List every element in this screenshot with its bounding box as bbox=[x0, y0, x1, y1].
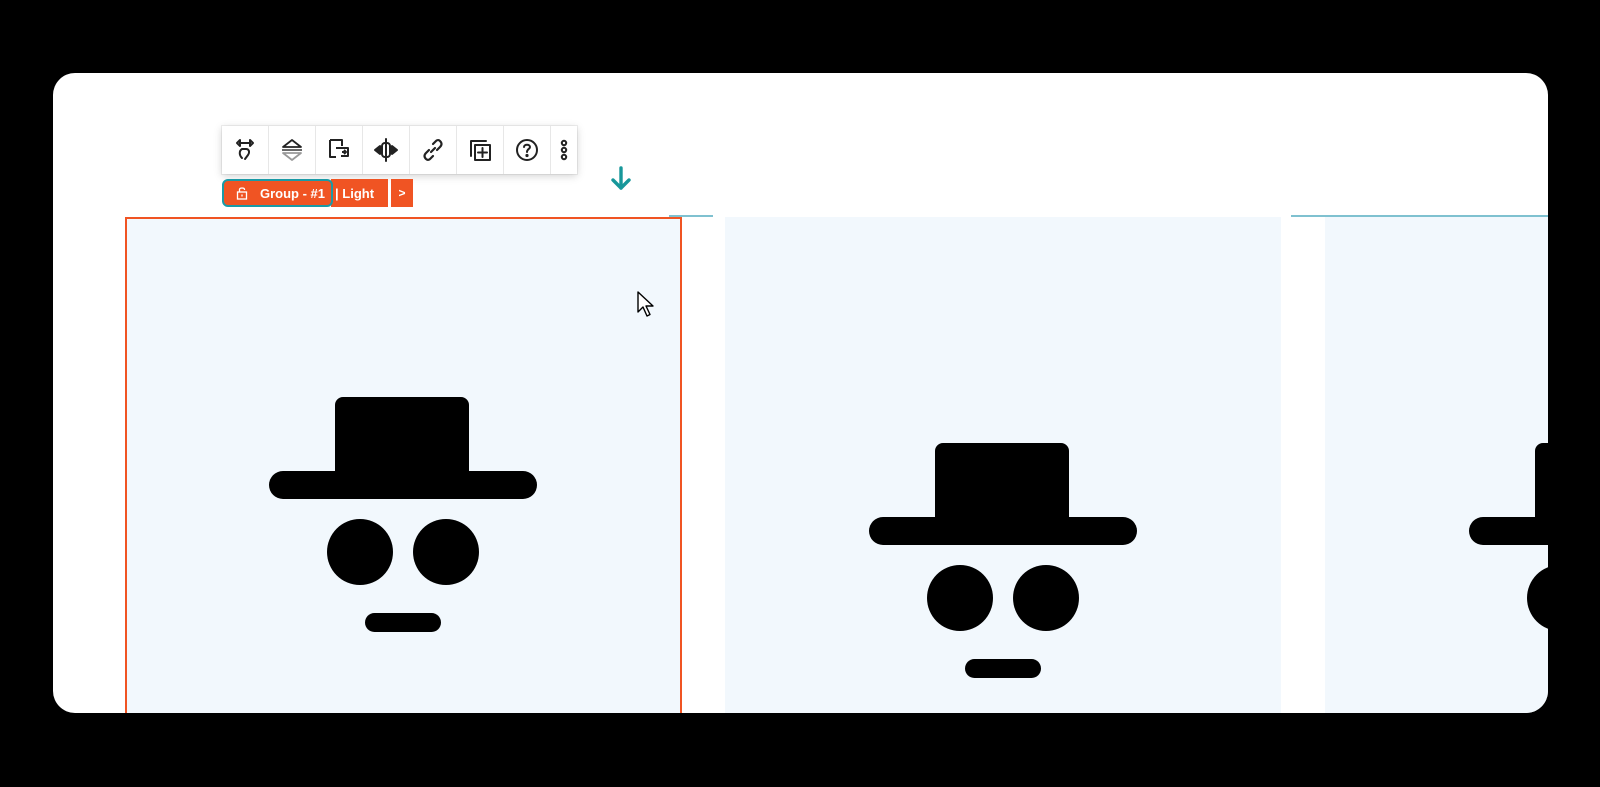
duplicate-button[interactable] bbox=[457, 126, 504, 174]
more-icon bbox=[560, 139, 568, 161]
arrow-down-icon bbox=[611, 166, 631, 190]
editor-canvas: Group - #1 | Light > bbox=[53, 73, 1548, 713]
layers-icon bbox=[282, 139, 302, 161]
lock-icon bbox=[236, 186, 248, 200]
move-button[interactable] bbox=[222, 126, 269, 174]
breadcrumb-next-button[interactable]: > bbox=[391, 179, 414, 207]
incognito-icon bbox=[269, 397, 537, 632]
resize-button[interactable] bbox=[363, 126, 410, 174]
mouse-cursor-icon bbox=[637, 291, 654, 317]
move-icon bbox=[236, 139, 254, 160]
breadcrumb-group-label: Group - #1 bbox=[260, 185, 326, 201]
breadcrumb-group[interactable]: Group - #1 bbox=[222, 179, 334, 207]
card-2[interactable] bbox=[725, 217, 1281, 713]
breadcrumb: Group - #1 | Light > bbox=[222, 179, 414, 207]
breadcrumb-light[interactable]: | Light bbox=[331, 179, 389, 207]
edit-button[interactable] bbox=[316, 126, 363, 174]
more-button[interactable] bbox=[551, 126, 577, 174]
element-toolbar bbox=[222, 126, 577, 174]
incognito-icon bbox=[1469, 443, 1548, 629]
link-icon bbox=[423, 139, 443, 161]
card-1[interactable] bbox=[125, 217, 682, 713]
resize-icon bbox=[374, 138, 398, 162]
duplicate-icon bbox=[470, 140, 491, 161]
card-3[interactable] bbox=[1325, 217, 1548, 713]
help-button[interactable] bbox=[504, 126, 551, 174]
link-button[interactable] bbox=[410, 126, 457, 174]
incognito-icon bbox=[869, 443, 1137, 678]
edit-icon bbox=[329, 139, 349, 158]
help-icon bbox=[516, 139, 538, 161]
layers-button[interactable] bbox=[269, 126, 316, 174]
